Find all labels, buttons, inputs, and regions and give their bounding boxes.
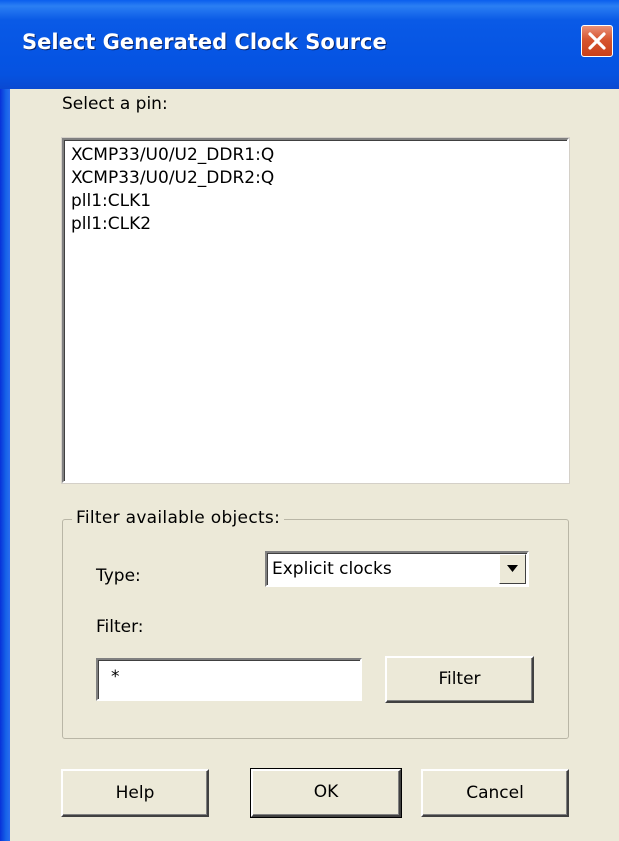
type-dropdown-value: Explicit clocks bbox=[272, 559, 392, 579]
select-pin-label: Select a pin: bbox=[62, 94, 168, 114]
type-dropdown-button[interactable] bbox=[499, 554, 526, 584]
pin-listbox[interactable]: XCMP33/U0/U2_DDR1:Q XCMP33/U0/U2_DDR2:Q … bbox=[62, 138, 569, 483]
filter-input[interactable]: * bbox=[96, 658, 362, 701]
help-button[interactable]: Help bbox=[61, 769, 209, 817]
help-button-label: Help bbox=[115, 783, 155, 803]
dialog-window: Select Generated Clock Source Select a p… bbox=[0, 0, 619, 841]
cancel-button-label: Cancel bbox=[466, 783, 524, 803]
ok-button[interactable]: OK bbox=[250, 768, 402, 818]
filter-label: Filter: bbox=[96, 617, 144, 637]
list-item[interactable]: XCMP33/U0/U2_DDR1:Q bbox=[71, 144, 567, 167]
chevron-down-icon bbox=[507, 565, 518, 572]
close-button[interactable] bbox=[581, 25, 613, 57]
filter-input-value: * bbox=[111, 667, 120, 687]
list-item[interactable]: pll1:CLK2 bbox=[71, 213, 567, 236]
list-item[interactable]: XCMP33/U0/U2_DDR2:Q bbox=[71, 167, 567, 190]
type-label: Type: bbox=[96, 566, 141, 586]
window-border-strip bbox=[0, 0, 10, 841]
close-icon bbox=[588, 32, 606, 50]
cancel-button[interactable]: Cancel bbox=[421, 769, 569, 817]
filter-group-legend: Filter available objects: bbox=[72, 508, 285, 528]
title-bar[interactable]: Select Generated Clock Source bbox=[0, 0, 619, 89]
filter-button-label: Filter bbox=[438, 669, 481, 689]
list-item[interactable]: pll1:CLK1 bbox=[71, 190, 567, 213]
window-title: Select Generated Clock Source bbox=[22, 30, 387, 54]
ok-button-label: OK bbox=[313, 782, 339, 802]
type-dropdown[interactable]: Explicit clocks bbox=[265, 551, 529, 587]
filter-button[interactable]: Filter bbox=[385, 656, 534, 703]
